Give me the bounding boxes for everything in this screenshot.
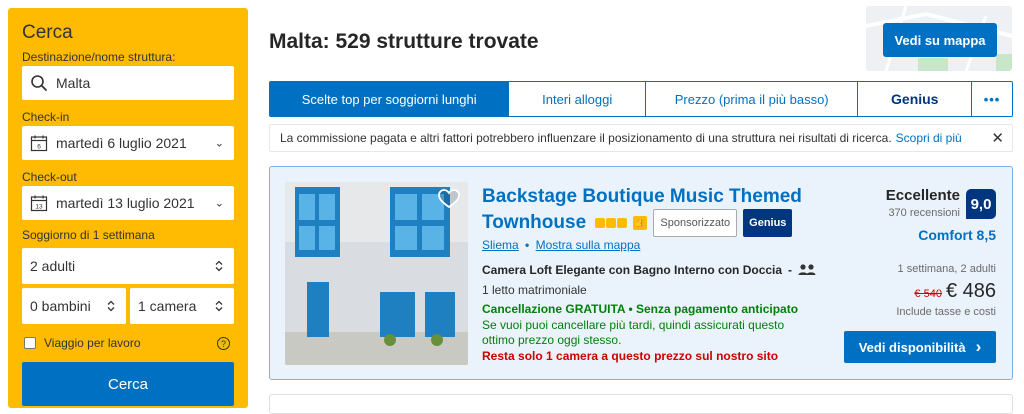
tab-price-lowest-first[interactable]: Prezzo (prima il più basso) bbox=[646, 82, 859, 116]
children-select[interactable]: 0 bambini bbox=[22, 288, 126, 324]
star-icon bbox=[595, 218, 606, 228]
checkout-field[interactable]: 13 martedì 13 luglio 2021 ⌄ bbox=[22, 186, 234, 220]
stay-length-label: Soggiorno di 1 settimana bbox=[22, 228, 155, 242]
tab-top-picks-long-stays[interactable]: Scelte top per soggiorni lunghi bbox=[270, 82, 510, 116]
destination-value: Malta bbox=[56, 75, 91, 91]
comfort-score: Comfort 8,5 bbox=[918, 227, 996, 243]
up-down-chevron-icon bbox=[107, 300, 115, 312]
taxes-note: Include tasse e costi bbox=[896, 306, 996, 318]
see-availability-label: Vedi disponibilità bbox=[858, 339, 966, 355]
adults-select[interactable]: 2 adulti bbox=[22, 248, 234, 284]
calendar-icon: 13 bbox=[30, 195, 48, 212]
original-price: € 540 bbox=[914, 288, 942, 300]
checkin-label: Check-in bbox=[22, 110, 70, 124]
tab-entire-homes[interactable]: Interi alloggi bbox=[509, 82, 646, 116]
star-icon bbox=[617, 218, 628, 228]
cancellation-note: Se vuoi puoi cancellare più tardi, quind… bbox=[482, 318, 785, 347]
tab-genius[interactable]: Genius bbox=[858, 82, 973, 116]
checkin-field[interactable]: 6 martedì 6 luglio 2021 ⌄ bbox=[22, 126, 234, 160]
star-rating bbox=[595, 218, 628, 228]
checkbox[interactable] bbox=[24, 337, 36, 349]
property-card: Backstage Boutique Music Themed Townhous… bbox=[269, 166, 1013, 380]
calendar-icon: 6 bbox=[30, 135, 48, 152]
review-count[interactable]: 370 recensioni bbox=[888, 207, 960, 219]
search-icon bbox=[31, 75, 47, 91]
guests-icon bbox=[798, 264, 816, 275]
help-icon[interactable]: ? bbox=[217, 336, 230, 350]
genius-badge: Genius bbox=[743, 209, 793, 237]
adults-value: 2 adulti bbox=[30, 258, 76, 274]
price-row: € 540 € 486 bbox=[914, 280, 996, 303]
search-title: Cerca bbox=[22, 22, 73, 43]
sponsored-badge: Sponsorizzato bbox=[653, 209, 738, 237]
review-word[interactable]: Eccellente bbox=[886, 187, 960, 204]
star-icon bbox=[606, 218, 617, 228]
search-sidebar: Cerca Destinazione/nome struttura: Malta… bbox=[8, 8, 248, 408]
property-name[interactable]: Backstage Boutique Music Themed Townhous… bbox=[482, 185, 812, 237]
up-down-chevron-icon bbox=[215, 260, 223, 272]
next-property-card bbox=[269, 394, 1013, 414]
svg-text:13: 13 bbox=[35, 204, 43, 211]
heart-icon[interactable] bbox=[438, 189, 460, 209]
townhouse-photo-icon bbox=[285, 182, 468, 365]
business-trip-label: Viaggio per lavoro bbox=[44, 336, 141, 350]
up-down-chevron-icon bbox=[215, 300, 223, 312]
chevron-down-icon: ⌄ bbox=[214, 197, 224, 210]
rooms-value: 1 camera bbox=[138, 298, 197, 314]
ranking-notice: La commissione pagata e altri fattori po… bbox=[269, 124, 1013, 152]
separator-dot: • bbox=[525, 238, 530, 252]
room-type-text: Camera Loft Elegante con Bagno Interno c… bbox=[482, 263, 783, 277]
sort-tabs: Scelte top per soggiorni lunghi Interi a… bbox=[269, 81, 1013, 117]
stay-info: 1 settimana, 2 adulti bbox=[897, 263, 996, 275]
chevron-right-icon: › bbox=[975, 337, 982, 356]
checkout-value: martedì 13 luglio 2021 bbox=[56, 195, 195, 211]
current-price: € 486 bbox=[945, 280, 996, 302]
free-cancellation: Cancellazione GRATUITA • Senza pagamento… bbox=[482, 302, 799, 316]
view-on-map-button[interactable]: Vedi su mappa bbox=[883, 23, 997, 57]
room-type-dash: - bbox=[788, 263, 793, 277]
room-type: Camera Loft Elegante con Bagno Interno c… bbox=[482, 263, 816, 277]
learn-more-link[interactable]: Scopri di più bbox=[896, 131, 962, 145]
bed-info: 1 letto matrimoniale bbox=[482, 283, 587, 297]
destination-label: Destinazione/nome struttura: bbox=[22, 50, 176, 64]
business-trip-checkbox[interactable]: Viaggio per lavoro ? bbox=[22, 336, 234, 350]
property-location: Sliema • Mostra sulla mappa bbox=[482, 238, 640, 252]
notice-text: La commissione pagata e altri fattori po… bbox=[280, 131, 892, 145]
chevron-down-icon: ⌄ bbox=[214, 137, 224, 150]
more-options-icon[interactable]: ••• bbox=[972, 82, 1012, 116]
search-button[interactable]: Cerca bbox=[22, 362, 234, 406]
destination-input[interactable]: Malta bbox=[22, 66, 234, 100]
show-on-map-link[interactable]: Mostra sulla mappa bbox=[536, 238, 641, 252]
see-availability-button[interactable]: Vedi disponibilità › bbox=[844, 331, 996, 363]
property-badges: 👍 Sponsorizzato Genius bbox=[595, 209, 793, 237]
review-score-badge[interactable]: 9,0 bbox=[966, 189, 996, 219]
scarcity-message: Resta solo 1 camera a questo prezzo sul … bbox=[482, 349, 779, 363]
thumbs-up-icon: 👍 bbox=[633, 216, 648, 230]
city-link[interactable]: Sliema bbox=[482, 238, 519, 252]
property-photo[interactable] bbox=[285, 182, 468, 365]
checkout-label: Check-out bbox=[22, 170, 77, 184]
checkin-value: martedì 6 luglio 2021 bbox=[56, 135, 187, 151]
rooms-select[interactable]: 1 camera bbox=[130, 288, 234, 324]
children-value: 0 bambini bbox=[30, 298, 91, 314]
close-icon[interactable]: ✕ bbox=[991, 129, 1004, 147]
svg-text:6: 6 bbox=[37, 144, 41, 151]
map-preview[interactable]: Vedi su mappa bbox=[866, 6, 1012, 71]
page-title: Malta: 529 strutture trovate bbox=[269, 30, 539, 53]
